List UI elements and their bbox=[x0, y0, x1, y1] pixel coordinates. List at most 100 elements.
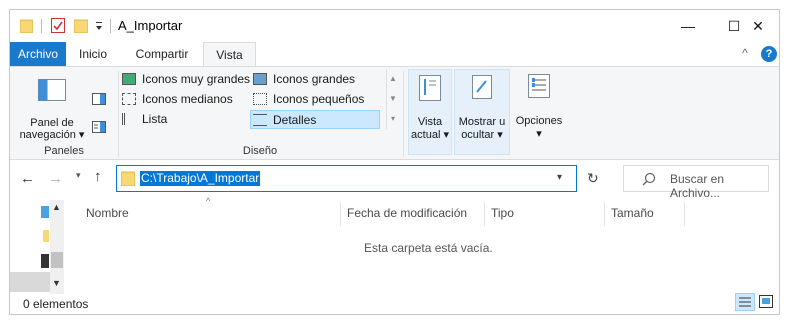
navigation-pane-line1: Panel de bbox=[30, 117, 74, 129]
options-dropdown-icon: ▾ bbox=[536, 128, 542, 140]
minimize-button[interactable]: — bbox=[665, 10, 711, 42]
show-hide-line1: Mostrar u bbox=[458, 116, 506, 128]
options-label: Opciones ▾ bbox=[512, 115, 566, 141]
column-separator[interactable] bbox=[684, 202, 685, 226]
ribbon-tabs: Archivo Inicio Compartir Vista ^ ? bbox=[10, 42, 779, 67]
back-button[interactable]: ← bbox=[20, 170, 36, 187]
column-header-size[interactable]: Tamaño bbox=[611, 206, 654, 226]
gallery-scroll-down-icon[interactable]: ▼ bbox=[387, 89, 399, 109]
address-folder-icon bbox=[120, 171, 136, 187]
show-hide-line2: ocultar ▾ bbox=[461, 129, 503, 141]
list-icon bbox=[122, 112, 136, 125]
layout-extra-large-icons-label: Iconos muy grandes bbox=[142, 71, 251, 86]
title-separator-2 bbox=[110, 19, 111, 33]
medium-icons-icon bbox=[122, 92, 136, 105]
address-path[interactable]: C:\Trabajo\A_Importar bbox=[140, 171, 261, 186]
search-box[interactable]: Buscar en Archivo... bbox=[623, 165, 769, 200]
nav-quick-access-icon[interactable] bbox=[41, 206, 49, 218]
panes-group-label: Paneles bbox=[44, 145, 84, 157]
ribbon-separator bbox=[118, 71, 119, 157]
layout-list-label: Lista bbox=[142, 111, 168, 126]
gallery-expand-icon[interactable]: ▾ bbox=[387, 109, 399, 129]
forward-button[interactable]: → bbox=[48, 170, 64, 187]
address-bar[interactable]: C:\Trabajo\A_Importar ▾ bbox=[116, 165, 577, 192]
details-pane-icon[interactable] bbox=[92, 121, 106, 133]
navigation-pane-button[interactable]: Panel de navegación ▾ bbox=[16, 117, 88, 141]
search-icon bbox=[642, 172, 656, 186]
details-view-toggle[interactable] bbox=[735, 293, 755, 311]
empty-folder-message: Esta carpeta está vacía. bbox=[364, 241, 493, 255]
navigation-pane-line2: navegación ▾ bbox=[19, 129, 85, 141]
nav-scroll-up-icon[interactable]: ▲ bbox=[52, 202, 61, 212]
details-view-icon bbox=[739, 297, 751, 307]
layout-group-label: Diseño bbox=[242, 145, 278, 157]
layout-details[interactable]: Detalles bbox=[250, 110, 380, 129]
layout-medium-icons[interactable]: Iconos medianos bbox=[122, 89, 252, 108]
navigation-pane-icon[interactable] bbox=[38, 79, 66, 101]
recent-locations-button[interactable]: ▾ bbox=[76, 170, 86, 186]
refresh-button[interactable]: ↻ bbox=[587, 170, 603, 186]
show-hide-icon bbox=[472, 75, 492, 99]
column-header-date[interactable]: Fecha de modificación bbox=[347, 206, 467, 226]
show-hide-label: Mostrar u ocultar ▾ bbox=[455, 116, 509, 142]
preview-pane-icon[interactable] bbox=[92, 93, 106, 105]
layout-extra-large-icons[interactable]: Iconos muy grandes bbox=[122, 69, 252, 88]
show-hide-button[interactable]: Mostrar u ocultar ▾ bbox=[454, 69, 510, 155]
tab-share[interactable]: Compartir bbox=[128, 42, 196, 66]
address-dropdown-icon[interactable]: ▾ bbox=[557, 172, 562, 183]
current-view-button[interactable]: Vista actual ▾ bbox=[408, 69, 452, 155]
close-button[interactable]: ✕ bbox=[735, 10, 779, 42]
layout-details-label: Detalles bbox=[273, 112, 317, 127]
tab-view[interactable]: Vista bbox=[203, 42, 256, 67]
properties-icon[interactable] bbox=[51, 18, 65, 33]
gallery-scroll-up-icon[interactable]: ▲ bbox=[387, 69, 399, 89]
large-icons-view-toggle[interactable] bbox=[759, 295, 773, 308]
layout-large-icons[interactable]: Iconos grandes bbox=[253, 69, 383, 88]
layout-gallery: Iconos muy grandes Iconos grandes Iconos… bbox=[122, 69, 398, 143]
search-placeholder: Buscar en Archivo... bbox=[670, 172, 725, 200]
large-icons-view-icon bbox=[759, 295, 773, 308]
nav-drive-icon[interactable] bbox=[41, 254, 49, 268]
tab-file[interactable]: Archivo bbox=[10, 42, 66, 66]
options-icon bbox=[528, 74, 550, 98]
tab-home[interactable]: Inicio bbox=[72, 42, 114, 66]
ribbon-separator-2 bbox=[403, 71, 404, 157]
nav-scroll-down-icon[interactable]: ▼ bbox=[52, 278, 61, 288]
nav-scrollbar[interactable]: ▲ ▼ bbox=[50, 200, 64, 294]
layout-small-icons[interactable]: Iconos pequeños bbox=[253, 89, 383, 108]
layout-medium-icons-label: Iconos medianos bbox=[142, 91, 233, 106]
title-bar: A_Importar — ☐ ✕ bbox=[10, 10, 779, 42]
column-separator[interactable] bbox=[340, 202, 341, 226]
gallery-scroll[interactable]: ▲ ▼ ▾ bbox=[386, 69, 399, 129]
nav-selected-row[interactable] bbox=[10, 272, 50, 292]
window-title: A_Importar bbox=[118, 18, 183, 33]
status-item-count: 0 elementos bbox=[23, 297, 89, 311]
column-separator[interactable] bbox=[484, 202, 485, 226]
column-header-name[interactable]: Nombre bbox=[86, 206, 129, 226]
column-separator[interactable] bbox=[604, 202, 605, 226]
small-icons-icon bbox=[253, 92, 267, 105]
collapse-ribbon-button[interactable]: ^ bbox=[738, 46, 752, 62]
options-line1: Opciones bbox=[515, 115, 563, 127]
title-separator bbox=[41, 19, 42, 33]
layout-large-icons-label: Iconos grandes bbox=[273, 71, 356, 86]
column-header-type[interactable]: Tipo bbox=[491, 206, 514, 226]
help-icon[interactable]: ? bbox=[761, 46, 777, 62]
extra-large-icons-icon bbox=[122, 72, 136, 85]
ribbon: Panel de navegación ▾ Paneles Iconos muy… bbox=[10, 66, 779, 160]
details-icon bbox=[253, 113, 267, 126]
up-button[interactable]: ↑ bbox=[94, 168, 110, 186]
navigation-pane: ▲ ▼ bbox=[10, 200, 64, 294]
new-folder-icon[interactable] bbox=[73, 19, 89, 34]
current-view-line2: actual ▾ bbox=[411, 129, 449, 141]
layout-list[interactable]: Lista bbox=[122, 109, 252, 128]
nav-scroll-thumb[interactable] bbox=[51, 252, 63, 268]
customize-quick-access-icon[interactable] bbox=[94, 19, 104, 33]
layout-small-icons-label: Iconos pequeños bbox=[273, 91, 365, 106]
large-icons-icon bbox=[253, 72, 267, 85]
options-button[interactable]: Opciones ▾ bbox=[512, 69, 566, 155]
explorer-window: A_Importar — ☐ ✕ Archivo Inicio Comparti… bbox=[9, 9, 780, 315]
folder-icon bbox=[19, 19, 34, 34]
current-view-label: Vista actual ▾ bbox=[409, 116, 451, 142]
nav-folder-icon[interactable] bbox=[43, 230, 49, 242]
